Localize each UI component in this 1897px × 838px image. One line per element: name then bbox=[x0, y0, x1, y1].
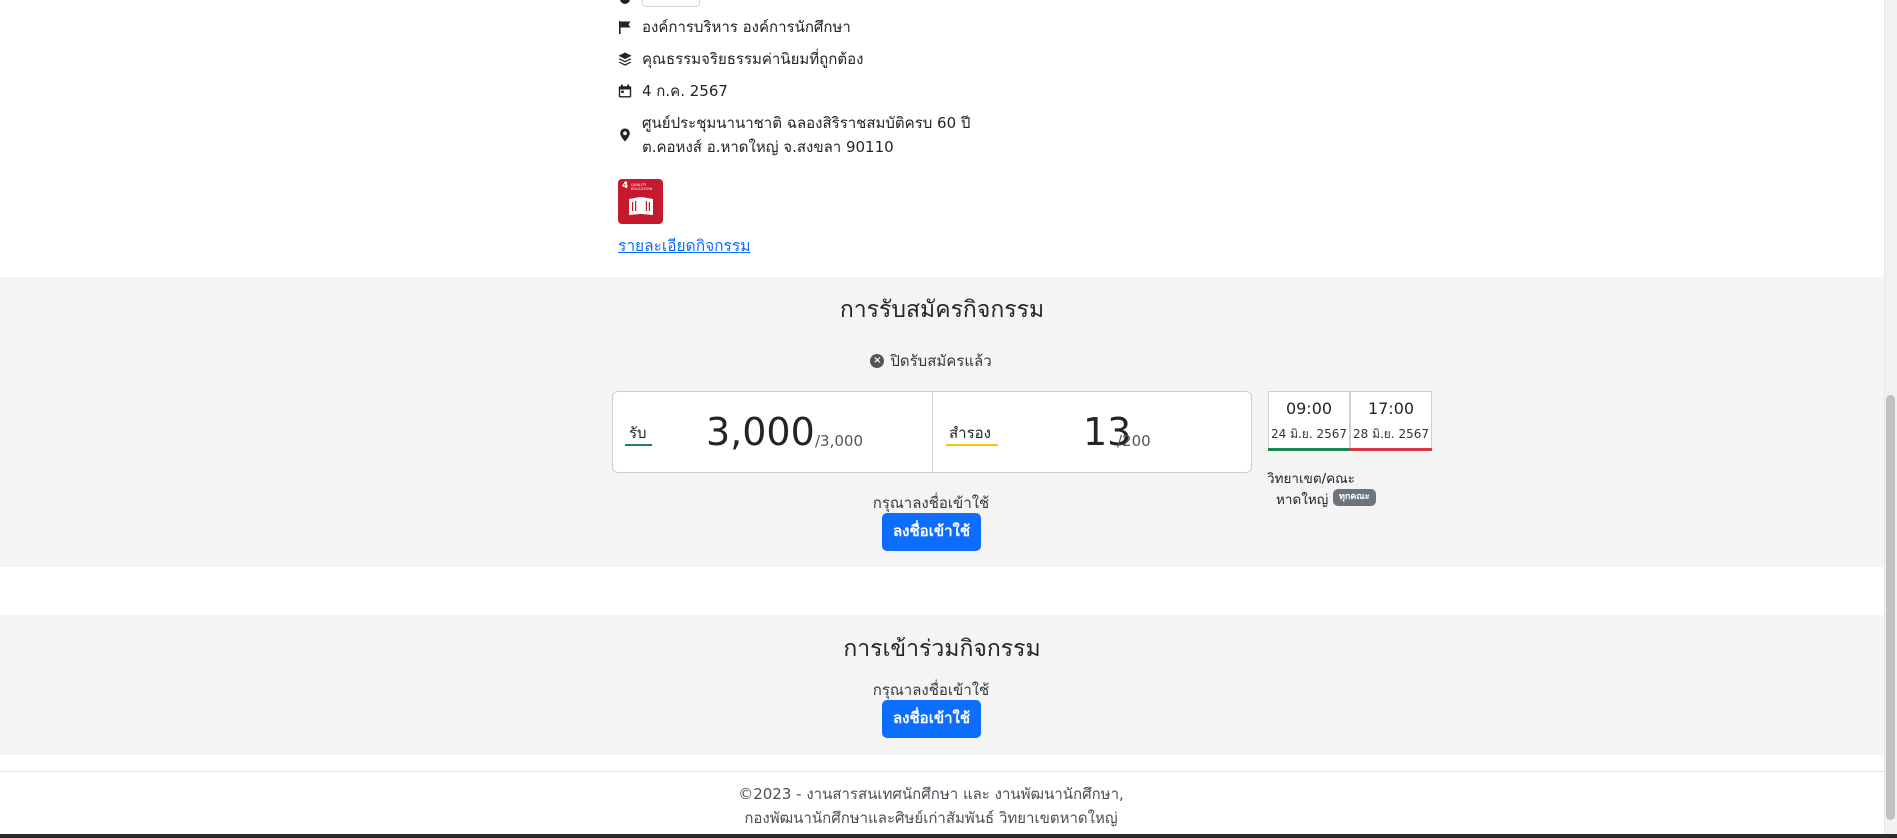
accepted-count: 3,000 bbox=[706, 410, 815, 454]
book-icon bbox=[629, 197, 653, 215]
page-scrollbar[interactable] bbox=[1884, 0, 1897, 838]
participation-title: การเข้าร่วมกิจกรรม bbox=[843, 636, 1041, 662]
participation-login-hint: กรุณาลงชื่อเข้าใช้ bbox=[872, 681, 990, 699]
campus-label: วิทยาเขต/คณะ bbox=[1267, 471, 1355, 487]
footer-line-2: กองพัฒนานักศึกษาและศิษย์เก่าสัมพันธ์ วิท… bbox=[744, 809, 1118, 827]
close-time: 17:00 bbox=[1367, 399, 1415, 418]
sdg-number: 4 bbox=[622, 181, 629, 191]
circle-x-icon: × bbox=[870, 354, 885, 368]
registration-status-text: ปิดรับสมัครแล้ว bbox=[890, 352, 992, 370]
partial-badge bbox=[642, 0, 700, 7]
accepted-label: รับ bbox=[629, 424, 647, 442]
location-row: ศูนย์ประชุมนานาชาติ ฉลองสิริราชสมบัติครบ… bbox=[618, 111, 970, 159]
flag-icon bbox=[619, 21, 631, 34]
location-line-1: ศูนย์ประชุมนานาชาติ ฉลองสิริราชสมบัติครบ… bbox=[642, 114, 971, 132]
close-date: 28 มิ.ย. 2567 bbox=[1352, 427, 1429, 441]
date-text: 4 ก.ค. 2567 bbox=[642, 82, 728, 100]
registration-close-box: 17:00 28 มิ.ย. 2567 bbox=[1350, 391, 1432, 451]
accepted-total: /3,000 bbox=[815, 432, 863, 450]
registration-login-hint: กรุณาลงชื่อเข้าใช้ bbox=[872, 494, 990, 512]
scrollbar-thumb[interactable] bbox=[1886, 395, 1895, 820]
reserve-label: สำรอง bbox=[949, 424, 991, 442]
footer-line-1: ©2023 - งานสารสนเทศนักศึกษา และ งานพัฒนา… bbox=[738, 785, 1124, 803]
registration-open-box: 09:00 24 มิ.ย. 2567 bbox=[1268, 391, 1350, 451]
activity-page: องค์การบริหาร องค์การนักศึกษา คุณธรรมจริ… bbox=[0, 0, 1884, 838]
open-time: 09:00 bbox=[1285, 399, 1333, 418]
layers-icon bbox=[618, 52, 632, 66]
footer: ©2023 - งานสารสนเทศนักศึกษา และ งานพัฒนา… bbox=[0, 771, 1884, 834]
activity-detail-link[interactable]: รายละเอียดกิจกรรม bbox=[618, 233, 750, 258]
sdg-4-badge: 4 QUALITY EDUCATION bbox=[618, 179, 663, 224]
category-row: คุณธรรมจริยธรรมค่านิยมที่ถูกต้อง bbox=[618, 47, 863, 71]
registration-section: การรับสมัครกิจกรรม × ปิดรับสมัครแล้ว รับ… bbox=[0, 277, 1884, 567]
quota-divider bbox=[932, 392, 933, 472]
map-pin-icon bbox=[620, 128, 630, 142]
reserve-total: /200 bbox=[1117, 432, 1151, 450]
category-text: คุณธรรมจริยธรรมค่านิยมที่ถูกต้อง bbox=[642, 50, 864, 68]
sdg-text: QUALITY EDUCATION bbox=[631, 183, 653, 191]
location-line-2: ต.คอหงส์ อ.หาดใหญ่ จ.สงขลา 90110 bbox=[642, 138, 894, 156]
reserve-underline bbox=[946, 444, 998, 446]
calendar-icon bbox=[618, 84, 632, 98]
partial-icon bbox=[620, 0, 630, 4]
close-bar bbox=[1350, 448, 1432, 451]
open-date: 24 มิ.ย. 2567 bbox=[1270, 427, 1347, 441]
quota-card: รับ 3,000 /3,000 สำรอง 13 /200 bbox=[612, 391, 1252, 473]
date-row: 4 ก.ค. 2567 bbox=[618, 79, 728, 103]
window-bottom-edge bbox=[0, 834, 1897, 838]
participation-section: การเข้าร่วมกิจกรรม กรุณาลงชื่อเข้าใช้ ลง… bbox=[0, 615, 1884, 755]
organizer-row: องค์การบริหาร องค์การนักศึกษา bbox=[618, 15, 851, 39]
registration-title: การรับสมัครกิจกรรม bbox=[839, 297, 1045, 323]
registration-login-button[interactable]: ลงชื่อเข้าใช้ bbox=[882, 513, 981, 551]
organizer-text: องค์การบริหาร องค์การนักศึกษา bbox=[642, 18, 851, 36]
registration-status: × ปิดรับสมัครแล้ว bbox=[0, 349, 1862, 373]
accepted-underline bbox=[625, 444, 652, 446]
open-bar bbox=[1268, 448, 1350, 451]
location-text: ศูนย์ประชุมนานาชาติ ฉลองสิริราชสมบัติครบ… bbox=[642, 111, 970, 159]
participation-login-button[interactable]: ลงชื่อเข้าใช้ bbox=[882, 700, 981, 738]
